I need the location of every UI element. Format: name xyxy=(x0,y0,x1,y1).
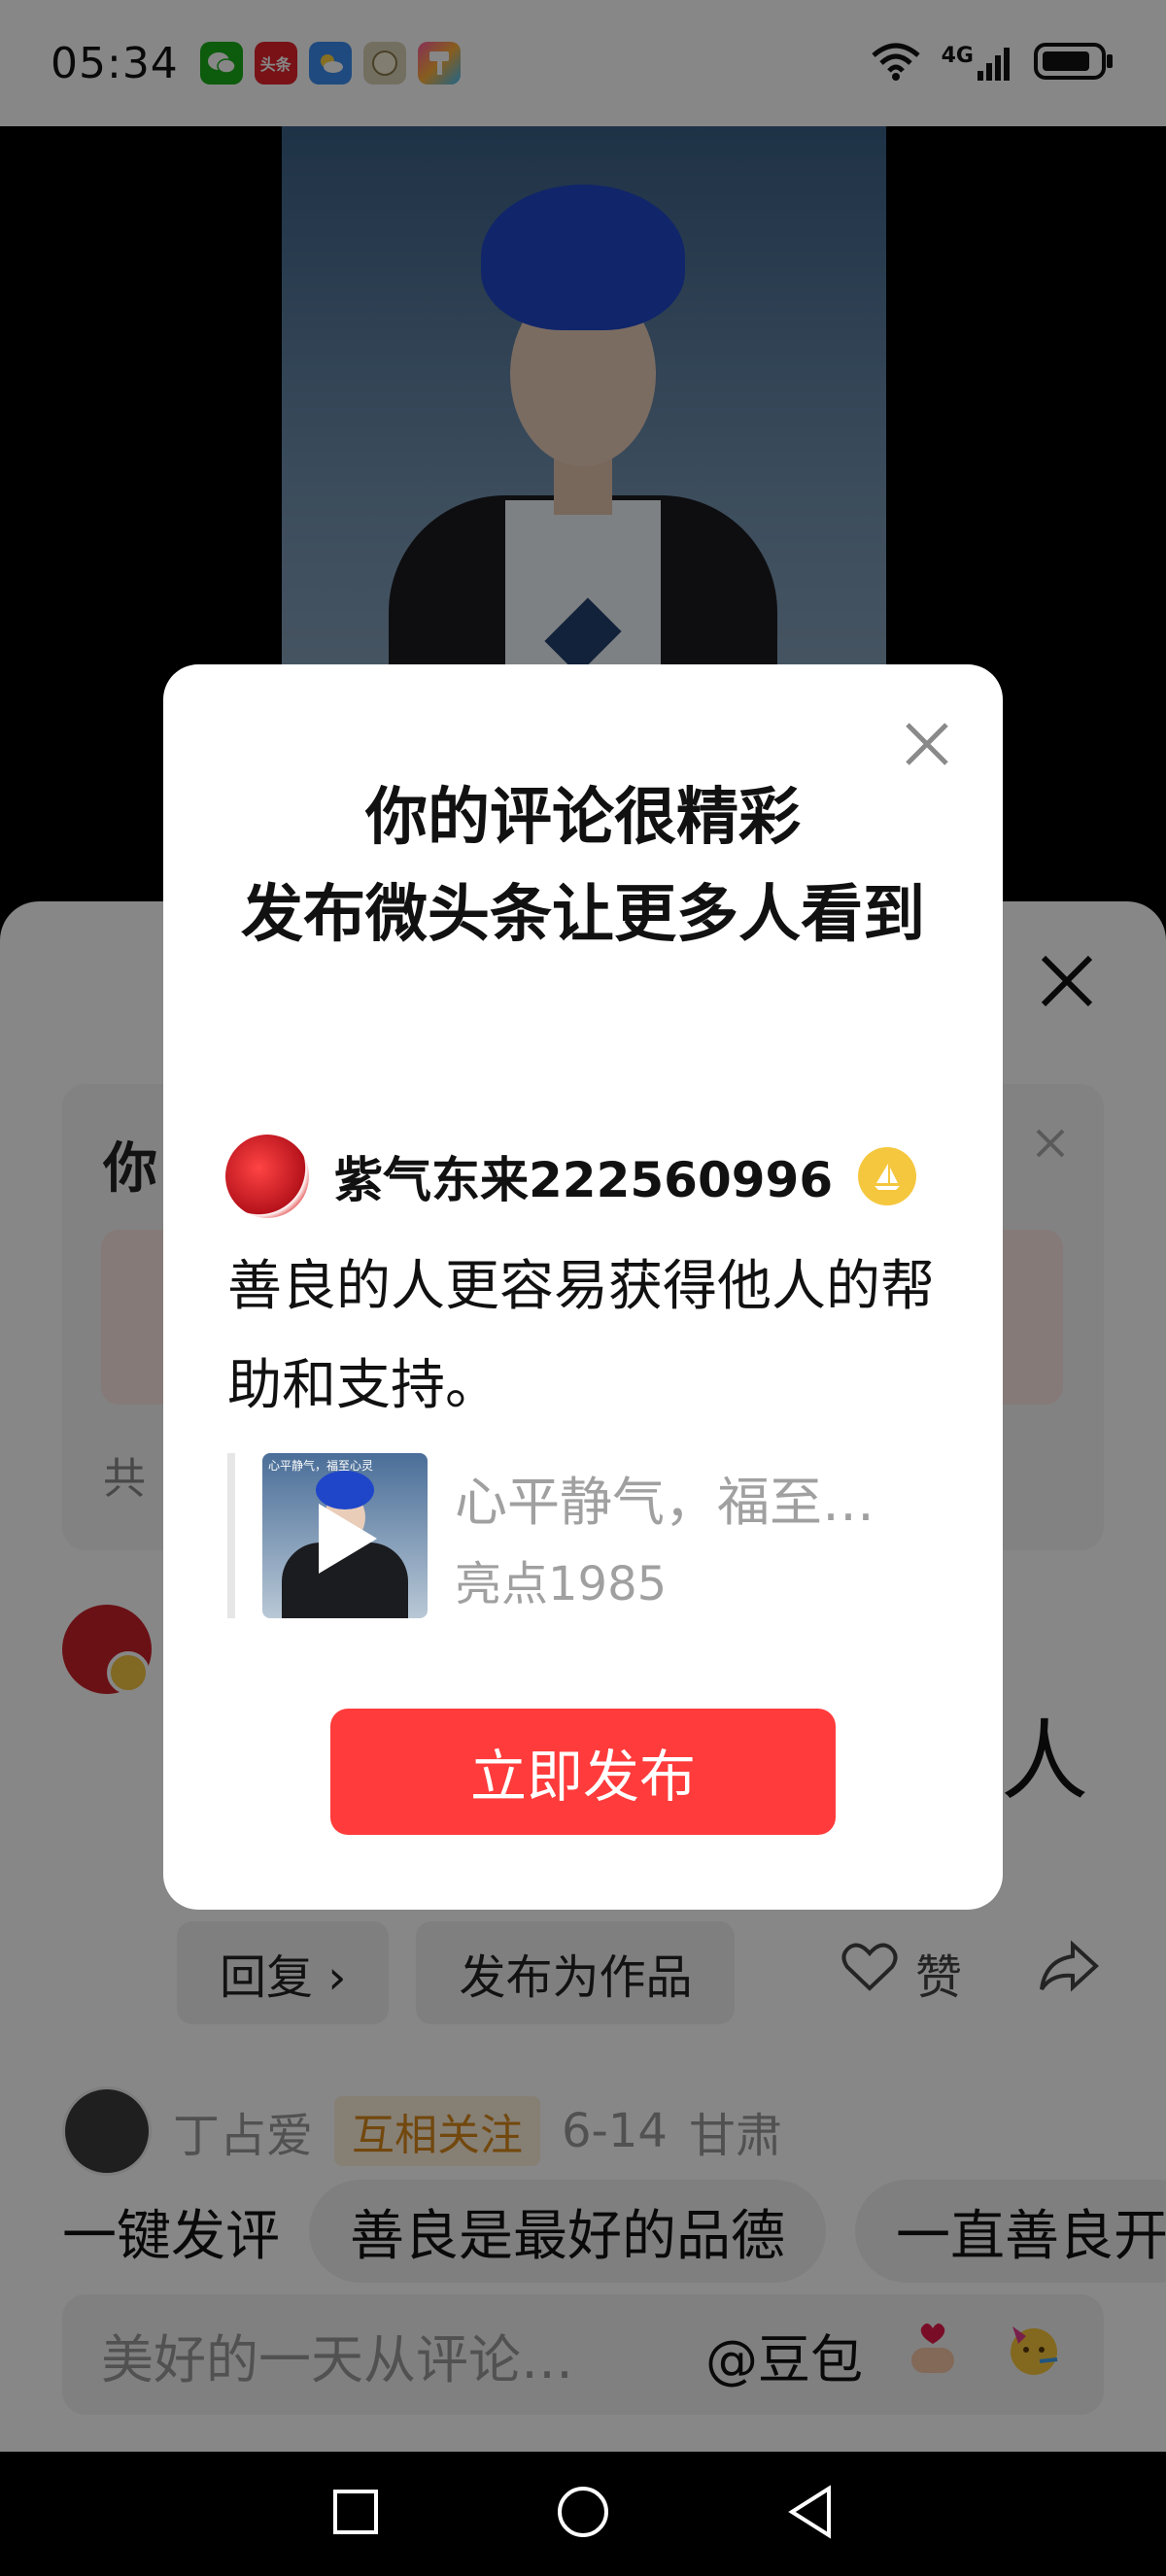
home-icon[interactable] xyxy=(556,2485,610,2543)
quoted-video-author: 亮点1985 xyxy=(455,1556,668,1611)
thumb-caption: 心平静气，福至心灵 xyxy=(268,1459,374,1473)
play-icon xyxy=(319,1504,377,1574)
publish-dialog: 你的评论很精彩 发布微头条让更多人看到 紫气东来222560996 善良的人更容… xyxy=(163,664,1003,1910)
dialog-title: 你的评论很精彩 发布微头条让更多人看到 xyxy=(241,782,925,951)
dialog-comment-text: 善良的人更容易获得他人的帮助和支持。 xyxy=(227,1255,935,1417)
quoted-video-thumbnail: 心平静气，福至心灵 xyxy=(262,1453,428,1618)
screen: 05:34 头条 4G 你 共 人 回复 › 发布为作品 赞 丁占爱 互相关注 … xyxy=(0,0,1166,2576)
sailboat-badge-icon xyxy=(858,1147,917,1205)
quoted-video-title: 心平静气，福至… xyxy=(455,1471,874,1533)
dialog-user-name: 紫气东来222560996 xyxy=(334,1152,834,1208)
recents-icon[interactable] xyxy=(331,2488,380,2540)
system-nav-bar xyxy=(0,2452,1166,2576)
quoted-video-meta: 心平静气，福至… 亮点1985 xyxy=(455,1459,874,1613)
publish-now-button[interactable]: 立即发布 xyxy=(330,1709,836,1835)
back-icon[interactable] xyxy=(786,2485,835,2543)
close-icon[interactable] xyxy=(898,715,956,773)
quoted-video[interactable]: 心平静气，福至心灵 心平静气，福至… 亮点1985 xyxy=(227,1453,908,1618)
avatar xyxy=(225,1135,309,1218)
dialog-user: 紫气东来222560996 xyxy=(225,1135,917,1218)
